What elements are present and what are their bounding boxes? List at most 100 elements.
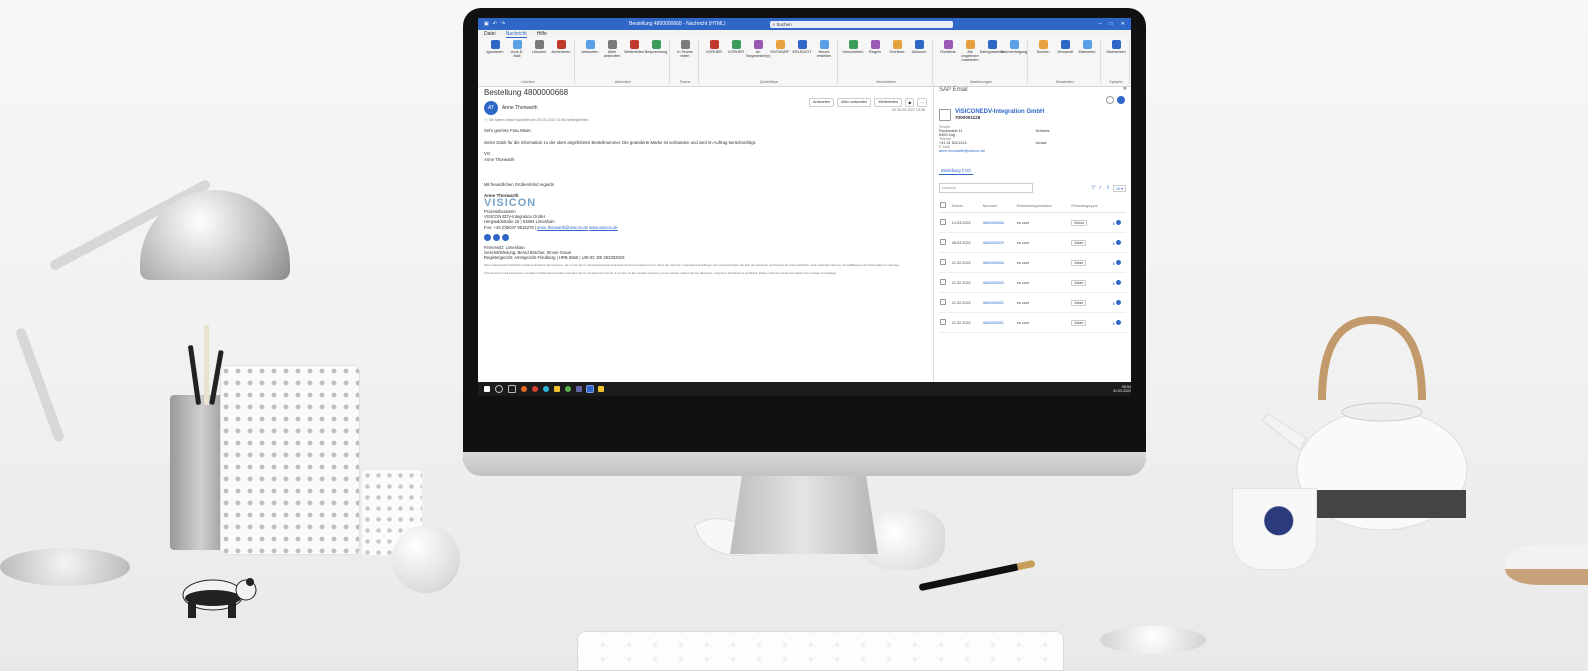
ribbon-button[interactable]: Nachverfolgung: [1001, 40, 1027, 54]
filter-input[interactable]: Nummer: [939, 183, 1033, 193]
ribbon-button[interactable]: Kategorisieren: [980, 40, 1004, 54]
ribbon-button[interactable]: ENTWURF: [771, 40, 790, 54]
youtube-icon[interactable]: [502, 233, 509, 241]
linkedin-icon[interactable]: [493, 233, 500, 241]
ribbon-button[interactable]: VORHER: [705, 40, 723, 54]
undo-icon[interactable]: ↶: [493, 21, 497, 27]
details-icon[interactable]: [1115, 279, 1121, 285]
edge-icon[interactable]: [543, 386, 549, 392]
search-icon[interactable]: [495, 385, 503, 393]
ribbon-button[interactable]: Besprechung: [645, 40, 667, 54]
row-checkbox[interactable]: [940, 259, 946, 265]
details-icon[interactable]: [1115, 319, 1121, 325]
check-icon[interactable]: ✓: [1098, 185, 1102, 192]
table-row[interactable]: 21.02.2022 4800000654 ek-cust Artan ℹ: [939, 252, 1126, 273]
details-icon[interactable]: [1115, 219, 1121, 225]
reply-all-button[interactable]: Allen antworten: [837, 98, 872, 107]
ribbon-button[interactable]: Als ungelesen markieren: [961, 40, 979, 62]
column-header[interactable]: Datum: [950, 199, 982, 213]
ribbon-button[interactable]: An Vorgesetzte(n): [746, 40, 770, 58]
avatar[interactable]: AT: [484, 101, 498, 115]
explorer-icon[interactable]: [554, 386, 560, 392]
column-header[interactable]: Einkaufsgruppe: [1070, 199, 1113, 213]
ribbon-button[interactable]: In Teams teilen: [676, 40, 694, 58]
firefox-icon[interactable]: [521, 386, 527, 392]
row-checkbox[interactable]: [940, 319, 946, 325]
table-row[interactable]: 21.02.2022 4800000651 ek-cust Artan ℹ: [939, 312, 1126, 333]
ribbon-button[interactable]: VORHER: [727, 40, 745, 54]
ribbon-button[interactable]: Löschen: [530, 40, 548, 54]
chrome-icon[interactable]: [532, 386, 538, 392]
column-header[interactable]: Einkaufsorganisation: [1015, 199, 1071, 213]
outlook-icon[interactable]: [586, 385, 594, 393]
taskbar-clock[interactable]: 08:54 31.03.2022: [1113, 385, 1131, 393]
redo-icon[interactable]: ↷: [501, 21, 505, 27]
task-view-icon[interactable]: [508, 385, 516, 393]
select-all-checkbox[interactable]: [940, 202, 946, 208]
close-button[interactable]: ✕: [1121, 21, 1125, 27]
minimize-button[interactable]: –: [1099, 21, 1102, 27]
tab-bestellung[interactable]: Bestellung (*10): [939, 167, 973, 175]
ribbon-button[interactable]: Richtlinie: [939, 40, 957, 54]
cell-number[interactable]: 4800000651: [983, 321, 1004, 325]
xing-icon[interactable]: [484, 233, 491, 241]
ribbon-button[interactable]: Regeln: [866, 40, 884, 54]
cell-number[interactable]: 4800000654: [983, 261, 1004, 265]
table-row[interactable]: 14.03.2022 4800000668 ek-cust Bruse ℹ: [939, 212, 1126, 233]
details-icon[interactable]: [1115, 239, 1121, 245]
refresh-icon[interactable]: [1106, 96, 1114, 104]
row-checkbox[interactable]: [940, 299, 946, 305]
ribbon-button[interactable]: Übersetzen: [1106, 40, 1126, 54]
web-link[interactable]: www.visicon.de: [589, 225, 618, 230]
ribbon-icon: [819, 40, 829, 49]
ribbon-button[interactable]: Allen antworten: [603, 40, 621, 58]
windows-start-icon[interactable]: [484, 386, 490, 392]
sender-name[interactable]: Anne Thorwarth: [502, 105, 537, 111]
save-icon[interactable]: ▣: [484, 21, 489, 27]
ribbon-button[interactable]: Archivieren: [552, 40, 571, 54]
menu-hilfe[interactable]: Hilfe: [537, 31, 547, 37]
maximize-button[interactable]: □: [1110, 21, 1113, 27]
ribbon-button[interactable]: Neues erstellen: [815, 40, 833, 58]
table-row[interactable]: 08.03.2022 4800000629 ek-cust Artan ℹ: [939, 232, 1126, 253]
notes-icon[interactable]: [598, 386, 604, 392]
more-icon[interactable]: ⋯: [917, 98, 927, 107]
reply-button[interactable]: Antworten: [809, 98, 835, 107]
ribbon-button[interactable]: Verschieben: [843, 40, 863, 54]
column-header[interactable]: Nummer: [981, 199, 1016, 213]
cell-number[interactable]: 4800000653: [983, 281, 1004, 285]
forward-button[interactable]: Weiterleiten: [874, 98, 903, 107]
search-input[interactable]: ⌕ Suchen: [769, 20, 953, 28]
app-icon[interactable]: [565, 386, 571, 392]
settings-icon[interactable]: [1117, 96, 1125, 104]
row-checkbox[interactable]: [940, 279, 946, 285]
table-row[interactable]: 21.02.2022 4800000652 ek-cust Artan ℹ: [939, 292, 1126, 313]
ribbon-button[interactable]: Weiterleiten: [624, 40, 644, 54]
ribbon-button[interactable]: Aktionen: [910, 40, 928, 54]
details-icon[interactable]: [1115, 299, 1121, 305]
cell-number[interactable]: 4800000668: [983, 221, 1004, 225]
row-checkbox[interactable]: [940, 219, 946, 225]
ribbon-button[interactable]: Junk-E-Mail: [508, 40, 526, 58]
ribbon-button[interactable]: OneNote: [888, 40, 906, 54]
close-pane-icon[interactable]: ✕: [1123, 86, 1127, 92]
download-icon[interactable]: ⇩: [1106, 185, 1110, 192]
details-icon[interactable]: [1115, 259, 1121, 265]
row-checkbox[interactable]: [940, 239, 946, 245]
ribbon-button[interactable]: Suchen: [1034, 40, 1052, 54]
ribbon-button[interactable]: Ignorieren: [486, 40, 504, 54]
teams-icon[interactable]: [576, 386, 582, 392]
cell-number[interactable]: 4800000629: [983, 241, 1004, 245]
menu-nachricht[interactable]: Nachricht: [505, 31, 527, 38]
ribbon-button[interactable]: Markieren: [1078, 40, 1096, 54]
filter-icon[interactable]: ▽: [1092, 185, 1096, 192]
ribbon-button[interactable]: Verwandt: [1056, 40, 1074, 54]
ribbon-button[interactable]: Antworten: [581, 40, 599, 54]
teams-icon[interactable]: ◆: [905, 98, 915, 107]
cell-number[interactable]: 4800000652: [983, 301, 1004, 305]
menu-datei[interactable]: Datei: [484, 31, 496, 37]
table-row[interactable]: 21.02.2022 4800000653 ek-cust Artan ℹ: [939, 272, 1126, 293]
email-link[interactable]: anne.thorwarth@visicon.de: [537, 225, 588, 230]
page-size-select[interactable]: 10 ▾: [1112, 184, 1126, 192]
ribbon-button[interactable]: ERLEDIGT: [793, 40, 812, 54]
